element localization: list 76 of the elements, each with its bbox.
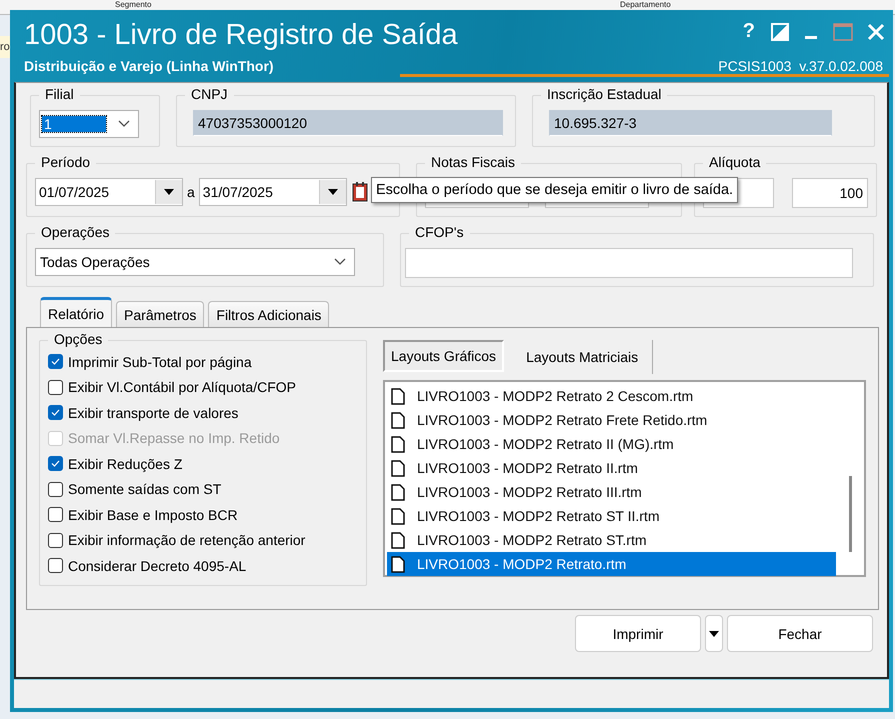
list-item[interactable]: LIVRO1003 - MODP2 Retrato ST II.rtm (387, 504, 836, 528)
checkbox-label: Imprimir Sub-Total por página (68, 354, 252, 370)
list-item[interactable]: LIVRO1003 - MODP2 Retrato ST.rtm (387, 528, 836, 552)
file-icon (391, 388, 405, 404)
checkbox[interactable] (48, 558, 63, 574)
checkbox-label: Somente saídas com ST (68, 481, 222, 498)
contrast-icon[interactable] (771, 22, 789, 40)
file-icon (391, 532, 405, 548)
tooltip: Escolha o período que se deseja emitir o livro de saída. (371, 177, 738, 203)
checkbox[interactable] (48, 456, 63, 472)
file-icon (391, 508, 405, 524)
chevron-down-icon (334, 258, 346, 266)
checkbox[interactable] (48, 380, 63, 395)
checkmark-icon (51, 460, 60, 468)
scrollbar-thumb[interactable] (849, 476, 852, 552)
field-label: Período (35, 154, 96, 170)
caret-down-icon (709, 630, 719, 636)
end-date-field[interactable]: 31/07/2025 (198, 178, 347, 206)
print-button[interactable]: Imprimir (575, 615, 701, 652)
field-label: Filial (39, 86, 80, 102)
close-icon[interactable] (867, 22, 885, 40)
caret-down-icon (164, 189, 174, 195)
checkbox[interactable] (48, 532, 63, 548)
tab[interactable]: Layouts Gráficos (383, 340, 504, 372)
checkbox-label: Exibir Vl.Contábil por Alíquota/CFOP (68, 379, 296, 396)
field-label: CNPJ (185, 86, 234, 102)
input-field[interactable]: 100 (792, 178, 868, 208)
checkbox[interactable] (48, 354, 63, 370)
field-label: Operações (35, 224, 116, 240)
checkbox-label: Exibir informação de retenção anterior (68, 532, 306, 548)
file-icon (391, 436, 405, 452)
cfop-field[interactable] (405, 248, 853, 278)
window-subtitle: Distribuição e Varejo (Linha WinThor) (24, 58, 274, 74)
caret-down-icon (328, 189, 338, 195)
checkbox-label: Exibir Base e Imposto BCR (68, 506, 238, 523)
tab[interactable]: Relatório (40, 297, 112, 327)
version-label: PCSIS1003 v.37.0.02.008 (718, 58, 883, 74)
checkbox-label: Considerar Decreto 4095-AL (68, 558, 246, 574)
checkbox[interactable] (48, 482, 63, 497)
column-header: Departamento (620, 0, 671, 9)
start-date-field[interactable]: 01/07/2025 (35, 178, 183, 206)
list-item[interactable]: LIVRO1003 - MODP2 Retrato 2 Cescom.rtm (387, 384, 836, 408)
list-item[interactable]: LIVRO1003 - MODP2 Retrato Frete Retido.rtm (387, 408, 836, 432)
file-icon (391, 412, 405, 428)
list-item[interactable]: LIVRO1003 - MODP2 Retrato II (MG).rtm (387, 432, 836, 456)
file-icon (391, 460, 405, 476)
field-label: Alíquota (703, 154, 766, 170)
state-registration-field: 10.695.327-3 (549, 110, 832, 136)
list-item[interactable]: LIVRO1003 - MODP2 Retrato III.rtm (387, 480, 836, 504)
field-label: Notas Fiscais (425, 154, 522, 170)
operations-dropdown[interactable]: Todas Operações (35, 248, 355, 276)
group-title: Opções (48, 331, 108, 347)
checkbox-label: Exibir Reduções Z (68, 456, 182, 472)
list-item[interactable]: LIVRO1003 - MODP2 Retrato.rtm (387, 552, 836, 576)
checkmark-icon (51, 409, 60, 416)
print-menu-button[interactable] (705, 615, 723, 652)
file-icon (391, 556, 405, 572)
field-label: Inscrição Estadual (541, 86, 668, 102)
range-separator: a (187, 184, 195, 200)
checkbox-label: Somar Vl.Repasse no Imp. Retido (68, 430, 280, 446)
chevron-down-icon (118, 120, 130, 128)
checkbox[interactable] (48, 507, 63, 522)
cnpj-field: 47037353000120 (193, 110, 503, 136)
branch-dropdown[interactable]: 1 (39, 110, 139, 138)
help-button[interactable]: ? (740, 20, 757, 43)
list-item[interactable]: LIVRO1003 - MODP2 Retrato II.rtm (387, 456, 836, 480)
column-header: Segmento (115, 0, 152, 9)
file-icon (391, 484, 405, 500)
close-button[interactable]: Fechar (727, 615, 873, 652)
tab[interactable]: Filtros Adicionais (208, 301, 330, 327)
field-label: CFOP's (409, 224, 470, 240)
checkmark-icon (51, 358, 60, 366)
checkbox-label: Exibir transporte de valores (68, 404, 238, 421)
checkbox[interactable] (48, 405, 63, 420)
tab[interactable]: Parâmetros (116, 301, 204, 327)
window-title: 1003 - Livro de Registro de Saída (24, 19, 458, 52)
